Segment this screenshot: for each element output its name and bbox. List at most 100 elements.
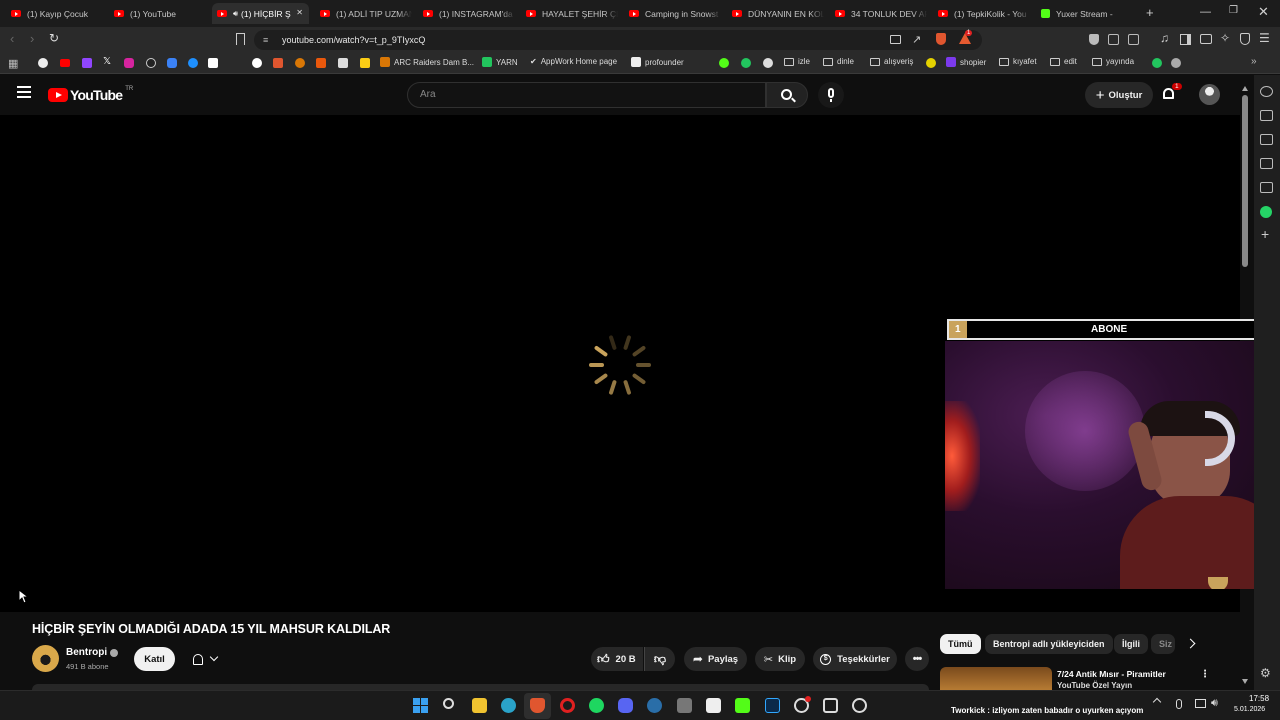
new-tab-button[interactable]: + xyxy=(1146,5,1154,20)
spotify-icon[interactable] xyxy=(589,698,604,713)
back-icon[interactable]: ‹ xyxy=(10,31,14,46)
bookmarks-side-icon[interactable] xyxy=(1260,158,1273,169)
share-button[interactable]: ➦ Paylaş xyxy=(684,647,747,671)
amazon-icon[interactable] xyxy=(338,58,348,68)
browser-tab[interactable]: Yuxer Stream - xyxy=(1036,3,1133,24)
speaker-icon[interactable]: 🔊︎ xyxy=(233,9,238,19)
add-panel-icon[interactable]: + xyxy=(1261,226,1269,242)
bookmark-item[interactable]: ✔ AppWork Home page xyxy=(530,57,617,66)
bookmark-favicon-icon[interactable] xyxy=(1152,58,1162,68)
bm-icon-m[interactable] xyxy=(316,58,326,68)
reload-icon[interactable]: ↻ xyxy=(49,31,59,45)
bm-icon-orange[interactable] xyxy=(295,58,305,68)
brave-taskbar-icon[interactable] xyxy=(530,698,545,713)
wallet-side-icon[interactable] xyxy=(1260,134,1273,145)
bookmark-favicon-icon[interactable] xyxy=(719,58,729,68)
ai-chat-icon[interactable] xyxy=(1260,86,1273,97)
clock-time[interactable]: 17:58 xyxy=(1249,694,1269,703)
wallet-icon[interactable] xyxy=(1128,34,1139,45)
brave-shields-icon[interactable] xyxy=(936,33,946,45)
capcut-icon[interactable] xyxy=(706,698,721,713)
bookmark-item[interactable]: dinle xyxy=(823,57,854,66)
photoshop-icon[interactable] xyxy=(765,698,780,713)
vpn-icon[interactable] xyxy=(1089,34,1099,45)
extension-icon[interactable] xyxy=(1108,34,1119,45)
filter-chip[interactable]: Tümü xyxy=(940,634,981,654)
calculator-icon[interactable] xyxy=(677,698,692,713)
filter-chip[interactable]: Siz xyxy=(1151,634,1175,654)
scroll-down-arrow[interactable] xyxy=(1242,679,1248,684)
filter-chip[interactable]: İlgili xyxy=(1114,634,1148,654)
browser-tab[interactable]: (1) INSTAGRAM'da xyxy=(418,3,515,24)
bookmark-item[interactable]: yayında xyxy=(1092,57,1134,66)
filter-chip[interactable]: Bentropi adlı yükleyiciden xyxy=(985,634,1113,654)
voice-search-button[interactable] xyxy=(818,82,844,108)
tab-list-icon[interactable] xyxy=(1260,110,1273,121)
url-field[interactable]: ≡ youtube.com/watch?v=t_p_9TIyxcQ xyxy=(254,30,982,50)
google-icon[interactable] xyxy=(38,58,48,68)
page-scrollbar[interactable] xyxy=(1241,75,1249,690)
side-settings-icon[interactable]: ⚙ xyxy=(1260,666,1271,680)
twitch-icon[interactable] xyxy=(82,58,92,68)
hamburger-menu-icon[interactable] xyxy=(17,86,31,98)
tiktok-icon[interactable] xyxy=(252,58,262,68)
thanks-button[interactable]: $ Teşekkürler xyxy=(813,647,897,671)
search-button[interactable] xyxy=(766,82,808,108)
channel-name[interactable]: Bentropi xyxy=(66,647,107,658)
minimize-button[interactable]: — xyxy=(1200,6,1211,18)
bookmark-item[interactable]: edit xyxy=(1050,57,1077,66)
bookmark-item[interactable]: shopier xyxy=(946,57,986,67)
bookmark-item[interactable]: YARN xyxy=(482,57,518,67)
leo-icon[interactable]: ✧ xyxy=(1220,31,1230,45)
related-video-item[interactable]: 7/24 Antik Mısır - Piramitler YouTube Öz… xyxy=(940,667,1220,690)
cloud-icon[interactable] xyxy=(167,58,177,68)
app-window-icon[interactable] xyxy=(823,698,838,713)
network-icon[interactable] xyxy=(1195,699,1206,708)
browser-tab[interactable]: DÜNYANIN EN KOL xyxy=(727,3,824,24)
bookmark-item[interactable]: izle xyxy=(784,57,810,66)
file-explorer-icon[interactable] xyxy=(472,698,487,713)
discord-icon[interactable] xyxy=(618,698,633,713)
instagram-icon[interactable] xyxy=(124,58,134,68)
bookmark-favicon-icon[interactable] xyxy=(741,58,751,68)
notifications-button[interactable]: 1 xyxy=(1160,83,1182,105)
volume-icon[interactable]: 🔊︎ xyxy=(1211,697,1218,710)
bm-icon-red[interactable] xyxy=(273,58,283,68)
join-button[interactable]: Katıl xyxy=(134,647,175,671)
youtube-logo[interactable]: YouTube TR xyxy=(48,86,133,103)
maximize-button[interactable]: ❐ xyxy=(1229,5,1238,16)
taskbar-search-icon[interactable] xyxy=(443,698,454,709)
dislike-button[interactable]: 👎︎ xyxy=(644,647,675,671)
like-button[interactable]: 👍︎ 20 B xyxy=(591,647,643,671)
close-window-button[interactable]: ✕ xyxy=(1258,4,1269,20)
close-tab-icon[interactable]: ✕ xyxy=(296,8,303,17)
site-info-icon[interactable]: ≡ xyxy=(263,30,268,50)
clock-date[interactable]: 5.01.2026 xyxy=(1234,706,1265,713)
youtube-bm-icon[interactable] xyxy=(60,59,70,67)
tray-chevron-icon[interactable] xyxy=(1152,697,1162,707)
clip-button[interactable]: ✂ Klip xyxy=(755,647,805,671)
bookmarks-overflow-icon[interactable]: » xyxy=(1251,56,1257,67)
wallet2-icon[interactable] xyxy=(1200,34,1212,44)
create-button[interactable]: + Oluştur xyxy=(1085,82,1153,108)
menu-icon[interactable]: ☰ xyxy=(1259,31,1270,45)
bm-icon-yellow[interactable] xyxy=(360,58,370,68)
browser-tab[interactable]: HAYALET ŞEHİR ÇER xyxy=(521,3,618,24)
kick-icon[interactable] xyxy=(735,698,750,713)
account-avatar[interactable] xyxy=(1199,84,1220,105)
share-icon[interactable]: ↗ xyxy=(912,33,921,46)
browser-tab[interactable]: (1) TepkiKolik - You xyxy=(933,3,1030,24)
browser-tab[interactable]: (1) ADLİ TIP UZMAN xyxy=(315,3,412,24)
bookmark-favicon-icon[interactable] xyxy=(926,58,936,68)
bookmark-item[interactable]: alışveriş xyxy=(870,57,913,66)
scroll-up-arrow[interactable] xyxy=(1242,86,1248,91)
bookmark-item[interactable]: profounder xyxy=(631,57,684,67)
start-button[interactable] xyxy=(413,698,428,713)
github-desktop-icon[interactable] xyxy=(852,698,867,713)
shield-icon[interactable] xyxy=(1240,33,1250,45)
more-actions-button[interactable]: ••• xyxy=(905,647,929,671)
browser-tab[interactable]: (1) YouTube xyxy=(109,3,206,24)
browser-tab[interactable]: Camping in Snowst xyxy=(624,3,721,24)
github-icon[interactable] xyxy=(146,58,156,68)
related-more-icon[interactable]: ⋮ xyxy=(1200,669,1210,680)
